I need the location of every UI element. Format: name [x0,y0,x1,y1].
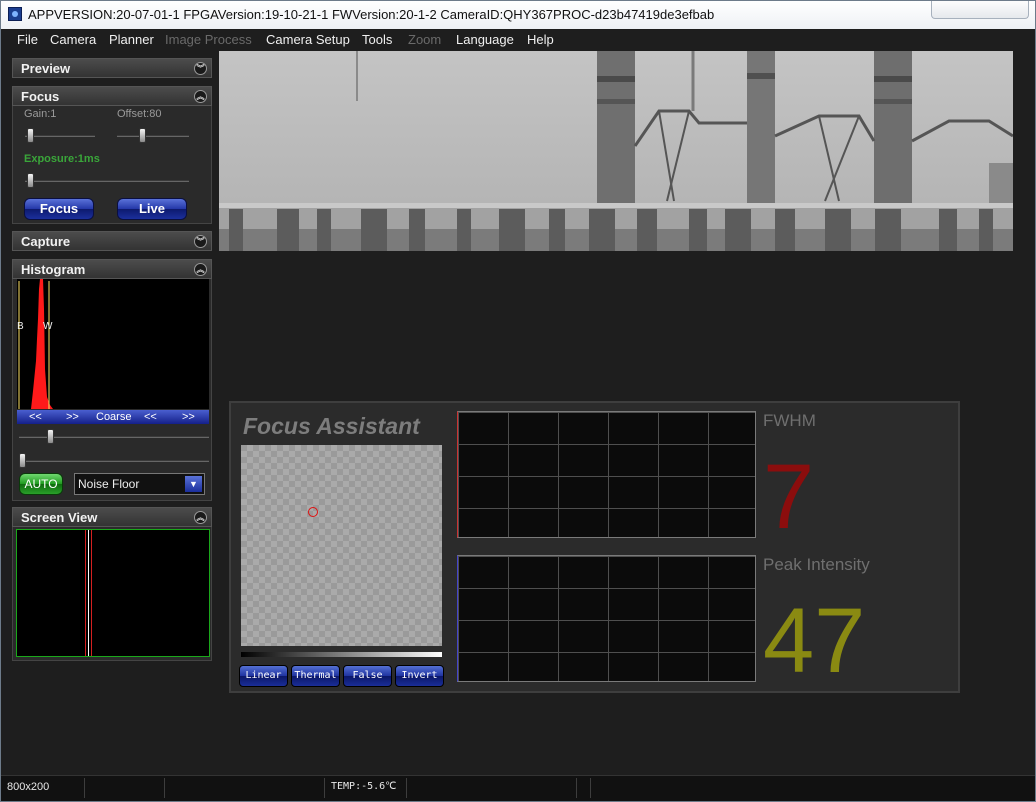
title-bar[interactable]: APPVERSION:20-07-01-1 FPGAVersion:19-10-… [1,1,1035,29]
app-window: APPVERSION:20-07-01-1 FPGAVersion:19-10-… [0,0,1036,802]
focus-panel-title: Focus [21,89,60,104]
gain-slider-thumb[interactable] [27,128,34,143]
status-bar: 800x200 TEMP:-5.6℃ [1,775,1035,801]
histogram-left-coarse-button[interactable]: << [29,411,42,423]
view-region-left-edge [85,530,86,656]
palette-gradient-bar [241,652,442,657]
menu-tools[interactable]: Tools [362,32,392,47]
camera-preview-image[interactable] [219,51,1013,251]
noise-floor-select[interactable]: Noise Floor ▼ [74,473,205,495]
invert-button[interactable]: Invert [395,665,444,687]
noise-floor-value: Noise Floor [78,477,140,491]
menu-bar: File Camera Planner Image Process Camera… [1,29,1035,51]
menu-file[interactable]: File [17,32,38,47]
status-cell-empty [577,778,591,798]
collapse-chevron-icon[interactable]: ︽ [194,90,207,103]
menu-zoom: Zoom [408,32,442,47]
focus-assistant-title: Focus Assistant [243,413,420,439]
histogram-graph [18,279,53,409]
menu-planner[interactable]: Planner [109,32,154,47]
focus-panel: Gain:1 Offset:80 Exposure:1ms Focus Live [12,106,212,224]
offset-slider-track[interactable] [117,135,189,137]
menu-help[interactable]: Help [527,32,554,47]
peak-intensity-graph [457,555,756,682]
expand-chevron-icon[interactable]: ︾ [194,235,207,248]
peak-intensity-value: 47 [763,590,866,692]
window-controls[interactable] [931,1,1029,19]
screen-view-panel-title: Screen View [21,510,98,525]
exposure-slider-track[interactable] [25,180,189,182]
thermal-button[interactable]: Thermal [291,665,340,687]
peak-intensity-label: Peak Intensity [763,555,870,574]
gain-slider-track[interactable] [25,135,95,137]
menu-camera-setup[interactable]: Camera Setup [266,32,350,47]
histogram-black-slider-thumb[interactable] [47,429,54,444]
focus-star-image[interactable] [241,445,442,646]
window-title: APPVERSION:20-07-01-1 FPGAVersion:19-10-… [28,7,715,22]
screen-view-panel [12,527,212,661]
histogram-right-fine-button[interactable]: >> [182,411,195,423]
offset-slider-thumb[interactable] [139,128,146,143]
expand-chevron-icon[interactable]: ︾ [194,62,207,75]
menu-language[interactable]: Language [456,32,514,47]
histogram-nav-bar: << >> Coarse << >> [17,410,209,424]
temperature-status: TEMP:-5.6℃ [325,778,407,798]
preview-panel-header[interactable]: Preview ︾ [12,58,212,78]
star-marker-circle [308,507,318,517]
histogram-right-coarse-button[interactable]: >> [66,411,79,423]
app-icon [8,7,22,21]
collapse-chevron-icon[interactable]: ︽ [194,263,207,276]
view-region-center [88,530,89,656]
linear-button[interactable]: Linear [239,665,288,687]
false-color-button[interactable]: False [343,665,392,687]
live-button[interactable]: Live [117,198,187,220]
screen-view-panel-header[interactable]: Screen View ︽ [12,507,212,527]
fwhm-label: FWHM [763,411,816,430]
histogram-bar [31,279,53,409]
collapse-chevron-icon[interactable]: ︽ [194,511,207,524]
histogram-left-fine-button[interactable]: << [144,411,157,423]
histogram-panel-title: Histogram [21,262,86,277]
focus-panel-header[interactable]: Focus ︽ [12,86,212,106]
auto-button[interactable]: AUTO [19,473,63,495]
menu-camera[interactable]: Camera [50,32,96,47]
status-cell-empty [407,778,577,798]
fwhm-value: 7 [763,446,815,548]
focus-button[interactable]: Focus [24,198,94,220]
fwhm-graph [457,411,756,538]
histogram-coarse-label: Coarse [96,411,132,423]
preview-scene [219,51,1013,251]
histogram-panel-header[interactable]: Histogram ︽ [12,259,212,279]
gain-label: Gain:1 [24,108,57,120]
menu-image-process: Image Process [165,32,252,47]
histogram-white-slider-track[interactable] [19,460,209,462]
preview-panel-title: Preview [21,61,71,76]
exposure-slider-thumb[interactable] [27,173,34,188]
histogram-plot[interactable]: B W [17,279,209,409]
status-cell-empty [85,778,165,798]
histogram-white-slider-thumb[interactable] [19,453,26,468]
view-region-right-edge [91,530,92,656]
exposure-label: Exposure:1ms [24,153,100,165]
screen-view-navigator[interactable] [16,529,210,657]
focus-assistant-panel: Focus Assistant Linear Thermal False Inv… [229,401,960,693]
offset-label: Offset:80 [117,108,162,120]
histogram-b-label: B [17,321,24,332]
histogram-panel: B W << >> Coarse << >> AUTO Noise Floor … [12,279,212,501]
histogram-w-label: W [43,321,53,332]
resolution-status: 800x200 [1,778,85,798]
status-cell-empty [165,778,325,798]
capture-panel-header[interactable]: Capture ︾ [12,231,212,251]
capture-panel-title: Capture [21,234,71,249]
dropdown-arrow-icon[interactable]: ▼ [185,476,202,492]
